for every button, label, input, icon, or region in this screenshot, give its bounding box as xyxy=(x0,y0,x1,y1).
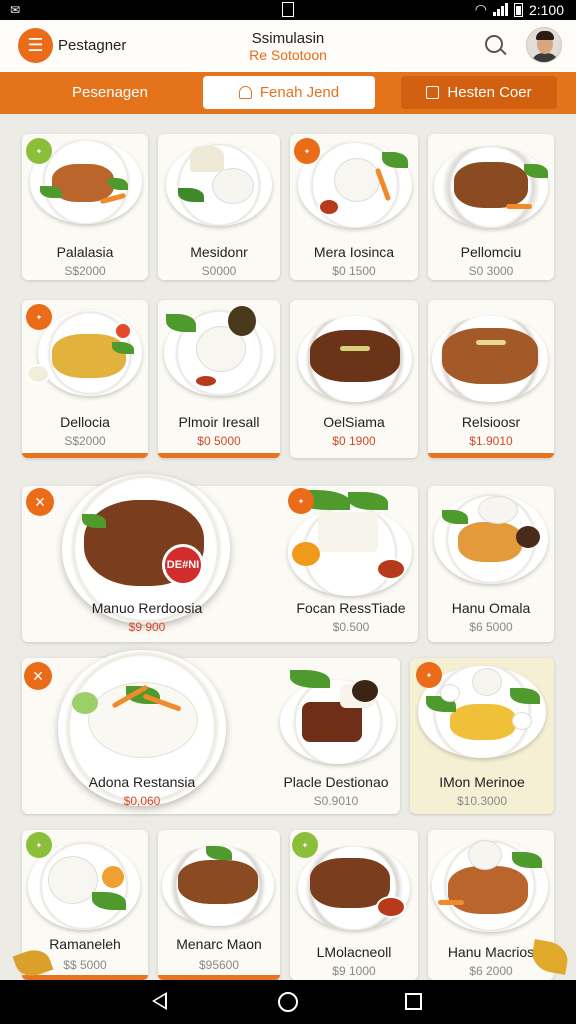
menu-item-price: $0.500 xyxy=(332,620,370,634)
status-icons: ◠ 2:100 xyxy=(475,1,564,18)
menu-card[interactable]: Pellomciu S0 3000 xyxy=(428,134,554,280)
menu-card[interactable]: ✦ Dellocia S$2000 xyxy=(22,300,148,458)
email-icon: ✉ xyxy=(10,3,21,17)
menu-card[interactable]: Plmoir Iresall $0 5000 xyxy=(158,300,280,458)
close-icon[interactable]: × xyxy=(24,662,52,690)
tab-hesten-coer[interactable]: Hesten Coer xyxy=(401,76,557,109)
menu-item-price: $0,060 xyxy=(123,794,161,808)
home-icon[interactable] xyxy=(278,992,298,1012)
menu-item-name: Palalasia xyxy=(56,244,114,260)
menu-item-price: S0 3000 xyxy=(468,264,514,278)
menu-item-price: $9 1000 xyxy=(332,964,376,978)
tag-badge: ✦ xyxy=(26,832,52,858)
menu-item-price: $10.3000 xyxy=(456,794,508,808)
tab-label: Pesenagen xyxy=(72,84,148,101)
status-bar: ✉ ◠ 2:100 xyxy=(0,0,576,20)
wifi-icon: ◠ xyxy=(474,1,487,17)
system-nav-bar xyxy=(0,980,576,1024)
battery-icon xyxy=(513,2,523,17)
tab-fenah-jend[interactable]: Fenah Jend xyxy=(203,76,375,109)
tag-badge: ✦ xyxy=(292,832,318,858)
menu-item-price: S0000 xyxy=(201,264,237,278)
menu-icon[interactable]: ☰ xyxy=(18,28,53,63)
menu-card[interactable]: Relsioosr $1.9010 xyxy=(428,300,554,458)
alert-icon xyxy=(426,86,440,99)
menu-item-price: $6 2000 xyxy=(469,964,513,978)
menu-item-price: S0.9010 xyxy=(313,794,359,808)
menu-card[interactable]: Hanu Omala $6 5000 xyxy=(428,486,554,642)
menu-item-name: Plmoir Iresall xyxy=(178,414,260,430)
menu-item-price: $0 1500 xyxy=(332,264,376,278)
tab-label: Hesten Coer xyxy=(447,84,532,101)
menu-item-name: Relsioosr xyxy=(461,414,521,430)
menu-item-name: Mesidonr xyxy=(190,244,248,260)
menu-item-name: Dellocia xyxy=(60,414,110,430)
tag-badge: ✦ xyxy=(26,138,52,164)
close-icon[interactable]: × xyxy=(26,488,54,516)
clock: 2:100 xyxy=(528,1,564,18)
menu-item-name: Ramaneleh xyxy=(49,936,121,952)
menu-card-featured[interactable]: × DE#NI Manuo Rerdoosia $9 900 ✦ Focan R… xyxy=(22,474,418,642)
menu-item-price: S$2000 xyxy=(64,434,106,448)
menu-card[interactable]: ✦ LMolacneoll $9 1000 xyxy=(290,830,418,980)
menu-item-name: Pellomciu xyxy=(460,244,522,260)
menu-item-name: OelSiama xyxy=(323,414,385,430)
menu-item-price: $6 5000 xyxy=(469,620,513,634)
tab-pesenagen[interactable]: Pesenagen xyxy=(20,76,200,109)
menu-card[interactable]: Mesidonr S0000 xyxy=(158,134,280,280)
menu-item-name: IMon Merinoe xyxy=(439,774,525,790)
tag-badge: ✦ xyxy=(288,488,314,514)
tag-badge: ✦ xyxy=(416,662,442,688)
menu-card[interactable]: ✦ Mera Iosinca $0 1500 xyxy=(290,134,418,280)
menu-item-price: S$2000 xyxy=(64,264,106,278)
menu-item-price: $1.9010 xyxy=(469,434,513,448)
menu-item-name: Mera Iosinca xyxy=(313,244,395,260)
menu-item-name: Hanu Omala xyxy=(451,600,531,616)
page-title-main: Ssimulasin xyxy=(251,30,325,47)
page-title: Ssimulasin Re Sototoon xyxy=(200,30,376,63)
avatar[interactable] xyxy=(526,27,562,63)
tab-label: Fenah Jend xyxy=(259,84,340,101)
phone-icon xyxy=(282,2,294,17)
menu-item-price: $0 5000 xyxy=(197,434,241,448)
tab-bar: Pesenagen Fenah Jend Hesten Coer xyxy=(0,72,576,114)
tag-badge: ✦ xyxy=(294,138,320,164)
menu-item-name: Adona Restansia xyxy=(88,774,196,790)
page-subtitle: Re Sototoon xyxy=(249,47,327,63)
menu-item-name: Manuo Rerdoosia xyxy=(91,600,203,616)
menu-item-name: Placle Destionao xyxy=(283,774,389,790)
user-icon xyxy=(238,86,252,99)
menu-item-name: LMolacneoll xyxy=(316,944,392,960)
menu-card[interactable]: OelSiama $0 1900 xyxy=(290,300,418,458)
app-name: Pestagner xyxy=(58,37,127,54)
tag-badge: ✦ xyxy=(26,304,52,330)
menu-item-name: Focan RessTiade xyxy=(296,600,406,616)
menu-item-price: $0 1900 xyxy=(332,434,376,448)
menu-item-name: Menarc Maon xyxy=(176,936,262,952)
menu-grid: ✦ Palalasia S$2000 Mesidonr S0000 ✦ Mera… xyxy=(0,114,576,982)
sticker-badge: DE#NI xyxy=(162,544,204,586)
search-icon[interactable] xyxy=(485,35,503,53)
menu-item-price: $95600 xyxy=(198,958,240,972)
menu-card[interactable]: ✦ Palalasia S$2000 xyxy=(22,134,148,280)
signal-icon xyxy=(492,3,508,16)
recent-apps-icon[interactable] xyxy=(405,993,422,1010)
menu-card[interactable]: ✦ IMon Merinoe $10.3000 xyxy=(410,658,554,814)
menu-card-featured[interactable]: × Adona Restansia $0,060 Placle Destiona… xyxy=(22,650,400,814)
menu-card[interactable]: Menarc Maon $95600 xyxy=(158,830,280,980)
app-header: ☰ Pestagner Ssimulasin Re Sototoon xyxy=(0,20,576,72)
menu-item-price: $9 900 xyxy=(128,620,166,634)
back-icon[interactable] xyxy=(152,992,167,1010)
